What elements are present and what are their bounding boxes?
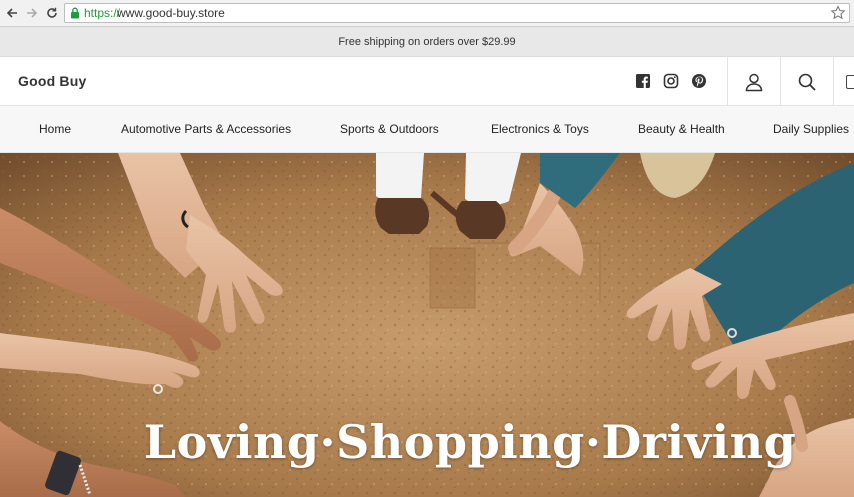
account-button[interactable] [728, 57, 780, 106]
nav-item-electronics[interactable]: Electronics & Toys [491, 122, 589, 136]
back-button[interactable] [4, 4, 20, 22]
browser-toolbar: https:// www.good-buy.store [0, 0, 854, 27]
reload-button[interactable] [44, 4, 60, 22]
announcement-text: Free shipping on orders over $29.99 [338, 35, 516, 48]
site-header: Good Buy [0, 57, 854, 106]
main-navigation: Home Automotive Parts & Accessories Spor… [0, 106, 854, 153]
instagram-icon[interactable] [663, 73, 679, 89]
address-bar[interactable]: https:// www.good-buy.store [64, 3, 850, 23]
lock-icon [71, 7, 79, 19]
nav-item-home[interactable]: Home [39, 122, 71, 136]
nav-item-sports[interactable]: Sports & Outdoors [340, 122, 439, 136]
reload-icon [47, 7, 57, 18]
facebook-icon[interactable] [635, 73, 651, 89]
arrow-left-icon [6, 8, 17, 18]
hero-banner[interactable]: Loving·Shopping·Driving [0, 153, 854, 497]
user-icon [745, 73, 763, 91]
bookmark-star-icon[interactable] [830, 5, 846, 21]
search-button[interactable] [781, 57, 833, 106]
search-icon [798, 73, 816, 91]
cart-icon[interactable] [846, 75, 854, 89]
pinterest-icon[interactable] [691, 73, 707, 89]
header-divider [833, 57, 834, 106]
store-logo[interactable]: Good Buy [18, 73, 86, 89]
url-host: www.good-buy.store [117, 6, 225, 20]
nav-item-daily-supplies[interactable]: Daily Supplies [773, 122, 849, 136]
nav-item-beauty[interactable]: Beauty & Health [638, 122, 725, 136]
url-scheme: https:// [84, 6, 121, 20]
forward-button[interactable] [24, 4, 40, 22]
arrow-right-icon [27, 8, 38, 18]
nav-item-automotive[interactable]: Automotive Parts & Accessories [121, 122, 291, 136]
hero-title: Loving·Shopping·Driving [143, 415, 797, 469]
announcement-bar: Free shipping on orders over $29.99 [0, 27, 854, 57]
